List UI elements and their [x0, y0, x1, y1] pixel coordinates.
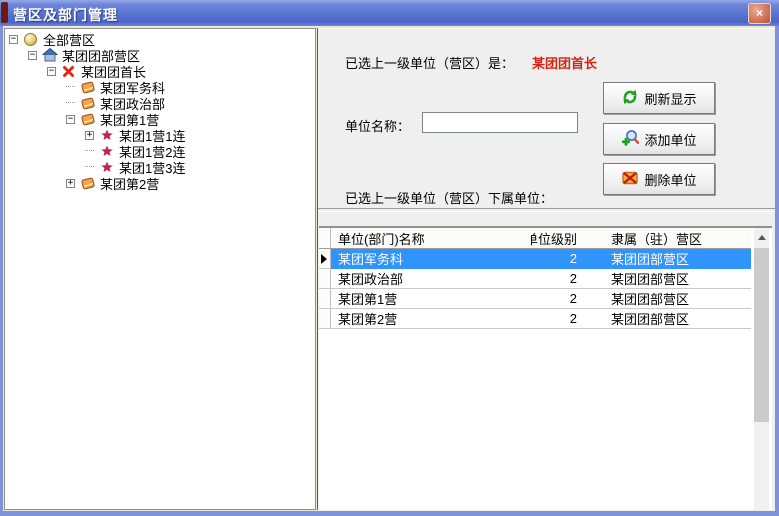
column-header-unit-level[interactable]: 单位级别 — [531, 228, 591, 248]
expand-toggle-plus[interactable]: + — [85, 131, 94, 140]
column-header-unit-name[interactable]: 单位(部门)名称 — [331, 228, 531, 248]
cell-camp[interactable]: 某团团部营区 — [591, 289, 751, 309]
add-unit-icon — [621, 129, 639, 150]
department-book-icon — [79, 96, 96, 111]
expand-toggle-minus[interactable]: − — [9, 35, 18, 44]
department-book-icon — [79, 80, 96, 95]
globe-icon — [22, 32, 39, 47]
cell-unit-level[interactable]: 2 — [531, 309, 591, 329]
cell-unit-name[interactable]: 某团政治部 — [331, 269, 531, 289]
add-unit-button[interactable]: 添加单位 — [603, 123, 715, 155]
expand-toggle-minus[interactable]: − — [66, 115, 75, 124]
table-row[interactable]: 某团第2营2某团团部营区 — [319, 309, 751, 329]
scroll-up-icon[interactable] — [754, 228, 769, 247]
close-button[interactable]: × — [748, 3, 771, 24]
row-selector-gutter[interactable] — [319, 249, 331, 269]
cell-camp[interactable]: 某团团部营区 — [591, 309, 751, 329]
column-header-camp[interactable]: 隶属（驻）营区 — [591, 228, 751, 248]
department-book-icon — [79, 112, 96, 127]
tree-item[interactable]: −全部营区 — [5, 31, 315, 47]
org-tree-panel: −全部营区−某团团部营区−某团团首长某团军务科某团政治部−某团第1营+某团1营1… — [4, 28, 316, 510]
cell-camp[interactable]: 某团团部营区 — [591, 249, 751, 269]
table-scrollbar[interactable] — [754, 228, 769, 510]
company-star-icon — [98, 160, 115, 175]
cell-unit-level[interactable]: 2 — [531, 289, 591, 309]
delete-unit-icon — [621, 169, 639, 190]
delete-unit-button-label: 删除单位 — [644, 170, 696, 189]
window-title: 营区及部门管理 — [13, 5, 118, 25]
table-row[interactable]: 某团政治部2某团团部营区 — [319, 269, 751, 289]
table-row[interactable]: 某团军务科2某团团部营区 — [319, 249, 751, 269]
tree-connector — [85, 166, 94, 168]
expand-toggle-minus[interactable]: − — [28, 51, 37, 60]
window-icon — [1, 2, 8, 23]
table-header-gutter — [319, 228, 331, 248]
tree-connector — [66, 102, 75, 104]
subunits-label: 已选上一级单位（营区）下属单位： — [345, 188, 553, 207]
refresh-button[interactable]: 刷新显示 — [603, 82, 715, 114]
cell-unit-name[interactable]: 某团第1营 — [331, 289, 531, 309]
cell-unit-level[interactable]: 2 — [531, 249, 591, 269]
row-selector-gutter[interactable] — [319, 309, 331, 329]
tree-item[interactable]: + 某团第2营 — [5, 175, 315, 191]
table-header-row: 单位(部门)名称 单位级别 隶属（驻）营区 — [319, 228, 751, 249]
cell-unit-name[interactable]: 某团军务科 — [331, 249, 531, 269]
company-star-icon — [98, 144, 115, 159]
unit-name-input[interactable] — [422, 112, 578, 133]
detail-panel: 已选上一级单位（营区）是： 某团团首长 单位名称： 已选上一级单位（营区）下属单… — [318, 28, 775, 511]
expand-toggle-minus[interactable]: − — [47, 67, 56, 76]
tree-item[interactable]: 某团政治部 — [5, 95, 315, 111]
tree-connector — [85, 150, 94, 152]
cell-camp[interactable]: 某团团部营区 — [591, 269, 751, 289]
row-selector-gutter[interactable] — [319, 289, 331, 309]
subunits-table: 单位(部门)名称 单位级别 隶属（驻）营区 某团军务科2某团团部营区某团政治部2… — [319, 226, 772, 510]
row-selector-gutter[interactable] — [319, 269, 331, 289]
refresh-button-label: 刷新显示 — [644, 89, 696, 108]
window-border-bottom — [0, 511, 779, 516]
title-bar: 营区及部门管理 × — [0, 0, 779, 26]
expand-toggle-plus[interactable]: + — [66, 179, 75, 188]
add-unit-button-label: 添加单位 — [644, 130, 696, 149]
unit-name-label: 单位名称： — [345, 116, 410, 135]
cell-unit-level[interactable]: 2 — [531, 269, 591, 289]
refresh-icon — [621, 88, 639, 109]
scrollbar-thumb[interactable] — [754, 248, 769, 422]
section-separator — [318, 208, 775, 212]
company-star-icon — [98, 128, 115, 143]
cell-unit-name[interactable]: 某团第2营 — [331, 309, 531, 329]
department-book-icon — [79, 176, 96, 191]
tree-connector — [66, 86, 75, 88]
window-border-right — [775, 26, 779, 516]
commander-x-icon — [60, 64, 77, 79]
window-border-left — [0, 26, 3, 516]
table-row[interactable]: 某团第1营2某团团部营区 — [319, 289, 751, 309]
selected-parent-label: 已选上一级单位（营区）是： — [345, 53, 514, 72]
tree-item[interactable]: −某团团部营区 — [5, 47, 315, 63]
current-record-arrow-icon — [321, 254, 327, 264]
house-icon — [41, 48, 58, 63]
tree-item[interactable]: 某团1营3连 — [5, 159, 315, 175]
selected-parent-value: 某团团首长 — [532, 53, 597, 72]
delete-unit-button[interactable]: 删除单位 — [603, 163, 715, 195]
tree-item-label: 某团第2营 — [100, 174, 159, 193]
